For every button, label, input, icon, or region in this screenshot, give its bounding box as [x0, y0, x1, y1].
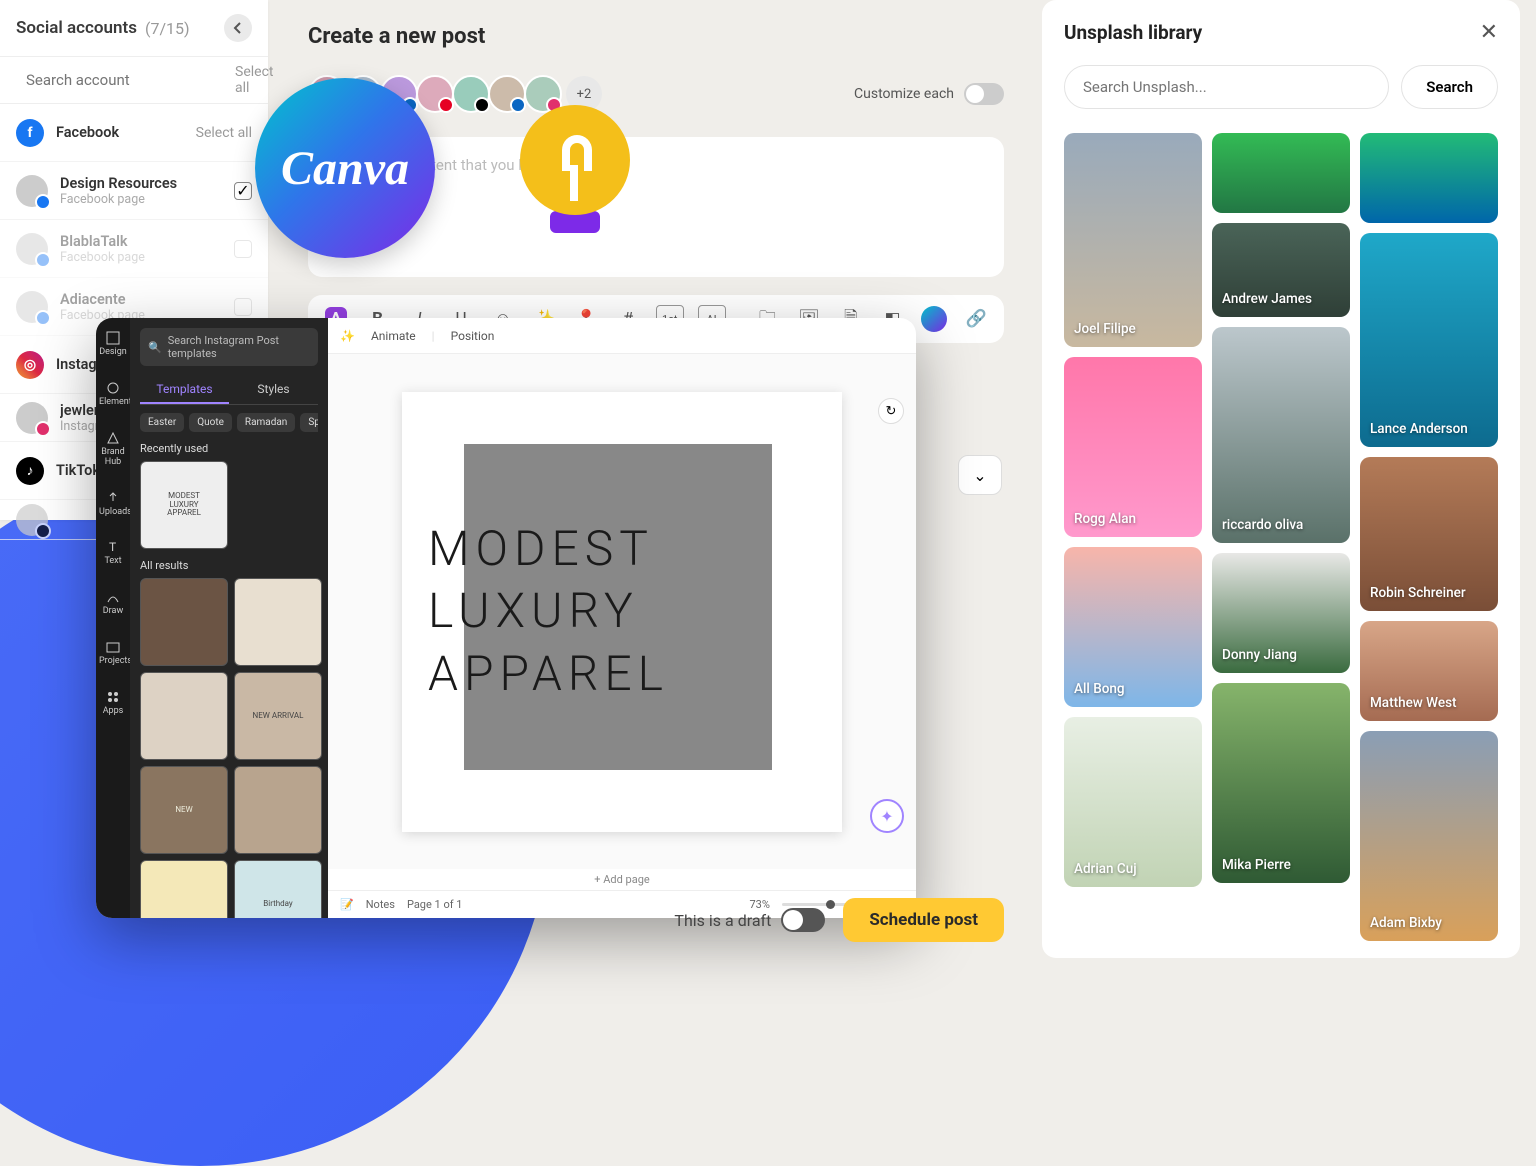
unsplash-search-input[interactable]	[1064, 65, 1389, 109]
canva-template-thumb[interactable]: NEW ARRIVAL	[234, 672, 322, 760]
canva-template-thumb[interactable]	[140, 860, 228, 918]
canva-nav-projects[interactable]: Projects	[99, 639, 127, 667]
canva-nav-uploads[interactable]: Uploads	[99, 490, 127, 518]
unsplash-author: Mika Pierre	[1222, 857, 1291, 873]
link-button[interactable]: 🔗	[962, 305, 990, 333]
unsplash-image-card[interactable]	[1212, 133, 1350, 213]
canva-logo: Canva	[255, 78, 435, 258]
unsplash-image-card[interactable]: Donny Jiang	[1212, 553, 1350, 673]
canva-allresults-label: All results	[140, 559, 318, 572]
back-button[interactable]	[224, 14, 252, 42]
canva-tab-styles[interactable]: Styles	[229, 376, 318, 404]
lightbulb-icon	[520, 105, 630, 233]
unsplash-author: riccardo oliva	[1222, 517, 1303, 533]
search-account-input[interactable]	[26, 71, 225, 89]
canva-nav: Design Elements Brand Hub Uploads TText …	[96, 318, 130, 918]
facebook-group[interactable]: f Facebook Select all	[0, 104, 268, 162]
unsplash-image-card[interactable]: Robin Schreiner	[1360, 457, 1498, 611]
canva-chip[interactable]: Spring	[300, 413, 318, 432]
canva-template-thumb[interactable]	[234, 578, 322, 666]
selected-account-avatar[interactable]	[452, 75, 490, 113]
page-title: Create a new post	[308, 24, 1004, 49]
canva-template-thumb[interactable]: NEW	[140, 766, 228, 854]
customize-each-toggle[interactable]	[964, 83, 1004, 105]
unsplash-author: Adam Bixby	[1370, 915, 1442, 931]
canva-refresh-button[interactable]: ↻	[878, 398, 904, 424]
unsplash-image-card[interactable]: Adrian Cuj	[1064, 717, 1202, 887]
unsplash-author: Lance Anderson	[1370, 421, 1468, 437]
unsplash-search-button[interactable]: Search	[1401, 65, 1498, 109]
canva-nav-apps[interactable]: Apps	[99, 689, 127, 717]
unsplash-image-card[interactable]	[1360, 133, 1498, 223]
unsplash-author: Adrian Cuj	[1074, 861, 1137, 877]
canva-tab-templates[interactable]: Templates	[140, 376, 229, 404]
canva-nav-draw[interactable]: Draw	[99, 589, 127, 617]
unsplash-image-card[interactable]: Mika Pierre	[1212, 683, 1350, 883]
canva-ai-button[interactable]: ✦	[870, 799, 904, 833]
canva-editor-panel: Design Elements Brand Hub Uploads TText …	[96, 318, 916, 918]
canva-nav-design[interactable]: Design	[99, 330, 127, 358]
schedule-post-button[interactable]: Schedule post	[843, 898, 1004, 942]
canva-chip[interactable]: Easter	[140, 413, 184, 432]
unsplash-author: Joel Filipe	[1074, 321, 1136, 337]
unsplash-author: Donny Jiang	[1222, 647, 1297, 663]
unsplash-author: Rogg Alan	[1074, 511, 1136, 527]
canva-animate[interactable]: Animate	[371, 329, 416, 343]
canva-recent-label: Recently used	[140, 442, 318, 455]
group-label: Facebook	[56, 124, 184, 141]
canva-chip[interactable]: Quote	[189, 413, 232, 432]
unsplash-image-card[interactable]: Rogg Alan	[1064, 357, 1202, 537]
account-checkbox[interactable]	[234, 298, 252, 316]
account-row[interactable]: Design ResourcesFacebook page ✓	[0, 162, 268, 220]
accounts-count: (7/15)	[145, 19, 190, 38]
draft-label: This is a draft	[674, 911, 771, 930]
sidebar-title: Social accounts	[16, 18, 137, 38]
unsplash-panel: Unsplash library ✕ Search Joel Filipe Rog…	[1042, 0, 1520, 958]
account-checkbox[interactable]	[234, 240, 252, 258]
canva-templates-panel: 🔍 Search Instagram Post templates Templa…	[130, 318, 328, 918]
canva-chip[interactable]: Ramadan	[237, 413, 295, 432]
unsplash-image-card[interactable]: riccardo oliva	[1212, 327, 1350, 543]
canva-template-thumb[interactable]	[234, 766, 322, 854]
canva-add-page[interactable]: + Add page	[328, 869, 916, 890]
draft-toggle[interactable]	[781, 908, 825, 932]
canva-nav-text[interactable]: TText	[99, 539, 127, 567]
canva-search[interactable]: 🔍 Search Instagram Post templates	[140, 328, 318, 366]
unsplash-title: Unsplash library	[1064, 21, 1202, 44]
unsplash-image-card[interactable]: Joel Filipe	[1064, 133, 1202, 347]
customize-each-label: Customize each	[854, 86, 954, 102]
unsplash-author: Andrew James	[1222, 291, 1312, 307]
account-checkbox[interactable]: ✓	[234, 182, 252, 200]
unsplash-image-card[interactable]: Matthew West	[1360, 621, 1498, 721]
canva-design-canvas[interactable]: MODESTLUXURYAPPAREL	[402, 392, 842, 832]
canva-template-thumb[interactable]	[140, 578, 228, 666]
canva-template-thumb[interactable]: MODESTLUXURYAPPAREL	[140, 461, 228, 549]
unsplash-author: All Bong	[1074, 681, 1125, 697]
unsplash-image-card[interactable]: Andrew James	[1212, 223, 1350, 317]
canva-button[interactable]	[920, 305, 948, 333]
canva-nav-elements[interactable]: Elements	[99, 380, 127, 408]
close-button[interactable]: ✕	[1480, 20, 1498, 45]
unsplash-author: Matthew West	[1370, 695, 1457, 711]
account-row[interactable]: BlablaTalkFacebook page	[0, 220, 268, 278]
svg-text:T: T	[109, 540, 116, 554]
unsplash-image-card[interactable]: Adam Bixby	[1360, 731, 1498, 941]
select-all-facebook[interactable]: Select all	[196, 125, 252, 141]
canva-template-thumb[interactable]	[140, 672, 228, 760]
unsplash-image-card[interactable]: Lance Anderson	[1360, 233, 1498, 447]
canva-nav-brandhub[interactable]: Brand Hub	[99, 430, 127, 468]
unsplash-author: Robin Schreiner	[1370, 585, 1466, 601]
options-dropdown[interactable]: ⌄	[958, 455, 1002, 495]
canva-position[interactable]: Position	[451, 329, 495, 343]
selected-account-avatar[interactable]	[416, 75, 454, 113]
unsplash-image-card[interactable]: All Bong	[1064, 547, 1202, 707]
